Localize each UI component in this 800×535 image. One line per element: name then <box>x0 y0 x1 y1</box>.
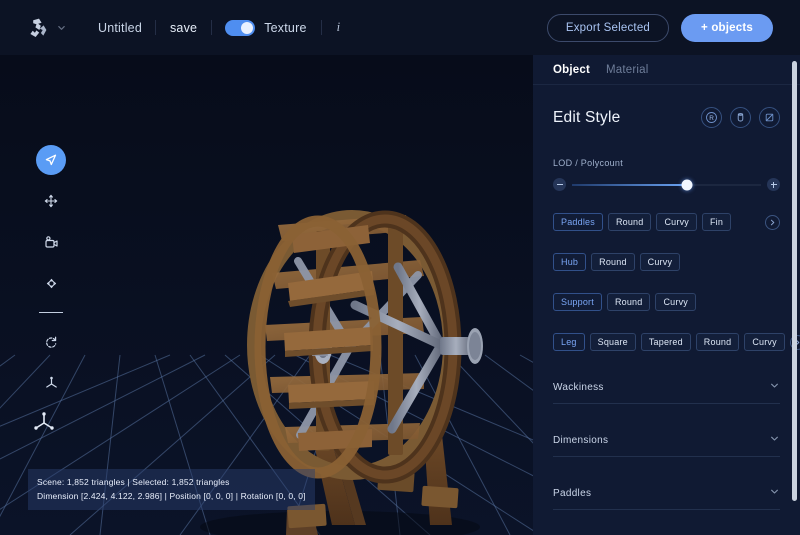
chip-option-tapered[interactable]: Tapered <box>640 333 691 351</box>
export-selected-button[interactable]: Export Selected <box>546 13 670 42</box>
chip-row-support: Support Round Curvy <box>553 293 780 311</box>
chevron-down-icon <box>769 378 780 396</box>
chip-option-round[interactable]: Round <box>607 213 652 231</box>
chip-key-support[interactable]: Support <box>553 293 602 311</box>
header-divider-1 <box>155 20 157 35</box>
app-logo-icon <box>30 18 47 37</box>
panel-scrollbar-thumb[interactable] <box>792 61 797 501</box>
edit-style-title: Edit Style <box>553 108 621 126</box>
chip-option-round[interactable]: Round <box>606 293 651 311</box>
header-divider-3 <box>321 20 323 35</box>
disable-style-icon[interactable] <box>759 107 780 128</box>
style-chip-rows: Paddles Round Curvy Fin Hub Round Curvy Support… <box>553 213 800 351</box>
section-label: Paddles <box>553 487 592 499</box>
chip-option-square[interactable]: Square <box>589 333 636 351</box>
move-tool[interactable] <box>36 186 66 216</box>
chevron-right-icon[interactable] <box>765 214 780 230</box>
scale-tool[interactable] <box>36 268 66 298</box>
toolbar-divider <box>39 312 63 313</box>
axis-gizmo-icon <box>45 376 57 388</box>
add-objects-button[interactable]: + objects <box>681 13 773 42</box>
toggle-knob <box>241 21 254 34</box>
chevron-down-icon <box>769 431 780 449</box>
cursor-arrow-icon <box>45 154 57 166</box>
panel-tabs: Object Material <box>533 55 800 85</box>
tab-object[interactable]: Object <box>553 64 590 76</box>
lod-slider-row <box>553 178 780 191</box>
chip-key-leg[interactable]: Leg <box>553 333 585 351</box>
tab-material[interactable]: Material <box>606 64 649 76</box>
svg-text:R: R <box>709 115 714 122</box>
save-button[interactable]: save <box>170 21 197 35</box>
document-title: Untitled <box>98 20 142 35</box>
chip-option-curvy[interactable]: Curvy <box>744 333 785 351</box>
viewport-scene <box>0 55 533 535</box>
chip-option-curvy[interactable]: Curvy <box>656 213 697 231</box>
section-dimensions[interactable]: Dimensions <box>553 431 780 457</box>
collapsible-sections: WackinessDimensionsPaddlesHub <box>553 378 780 535</box>
chip-option-curvy[interactable]: Curvy <box>639 253 681 271</box>
lod-increase-button[interactable] <box>767 178 780 191</box>
randomize-icon[interactable]: R <box>701 107 722 128</box>
lod-slider-track[interactable] <box>572 179 761 190</box>
header-divider-2 <box>210 20 212 35</box>
shape-cylinder-icon[interactable] <box>730 107 751 128</box>
rotate-tool[interactable] <box>36 327 66 357</box>
chevron-down-icon <box>58 26 65 30</box>
section-wackiness[interactable]: Wackiness <box>553 378 780 404</box>
lod-decrease-button[interactable] <box>553 178 566 191</box>
camera-icon <box>44 235 58 248</box>
chevron-down-icon <box>769 484 780 502</box>
cylinder-glyph <box>737 113 744 122</box>
chip-option-curvy[interactable]: Curvy <box>655 293 696 311</box>
chip-key-paddles[interactable]: Paddles <box>553 213 603 231</box>
lod-slider-fill <box>572 183 688 186</box>
section-paddles[interactable]: Paddles <box>553 484 780 510</box>
texture-toggle-label: Texture <box>264 20 307 35</box>
status-triangles: Scene: 1,852 triangles | Selected: 1,852… <box>37 477 230 487</box>
style-icon-group: R <box>701 107 780 128</box>
info-icon[interactable]: i <box>337 20 340 35</box>
rotate-icon <box>46 336 57 348</box>
camera-tool[interactable] <box>36 227 66 257</box>
chip-row-paddles: Paddles Round Curvy Fin <box>553 213 780 231</box>
properties-panel: Object Material Edit Style R LOD / Polyc… <box>533 55 800 535</box>
header-actions: Export Selected + objects <box>546 13 773 42</box>
chip-row-hub: Hub Round Curvy <box>553 253 780 271</box>
section-label: Dimensions <box>553 434 609 446</box>
chip-key-hub[interactable]: Hub <box>553 253 587 271</box>
panel-body: Edit Style R LOD / Polycount Paddles Rou… <box>533 107 800 535</box>
lod-slider-label: LOD / Polycount <box>553 158 624 168</box>
chip-option-round[interactable]: Round <box>695 333 740 351</box>
top-header-bar: Untitled save Texture i Export Selected … <box>0 0 800 55</box>
scale-gizmo-icon <box>46 278 56 288</box>
axis-tool[interactable] <box>36 368 66 398</box>
disable-glyph <box>765 113 774 122</box>
chip-row-leg: Leg Square Tapered Round Curvy <box>553 333 800 351</box>
select-tool[interactable] <box>36 145 66 175</box>
texture-toggle[interactable] <box>225 19 256 36</box>
lod-slider-thumb[interactable] <box>681 179 693 190</box>
chip-option-fin[interactable]: Fin <box>701 213 732 231</box>
move-arrows-icon <box>44 194 58 208</box>
chip-option-round[interactable]: Round <box>591 253 635 271</box>
left-toolbar <box>36 145 66 409</box>
app-root: Scene: 1,852 triangles | Selected: 1,852… <box>0 0 800 535</box>
edit-style-header: Edit Style R <box>553 107 780 128</box>
app-logo-menu[interactable] <box>27 16 66 40</box>
section-label: Wackiness <box>553 381 604 393</box>
status-transform: Dimension [2.424, 4.122, 2.986] | Positi… <box>37 491 306 501</box>
randomize-glyph: R <box>706 112 717 123</box>
status-overlay: Scene: 1,852 triangles | Selected: 1,852… <box>28 469 315 510</box>
3d-viewport[interactable] <box>0 55 533 535</box>
